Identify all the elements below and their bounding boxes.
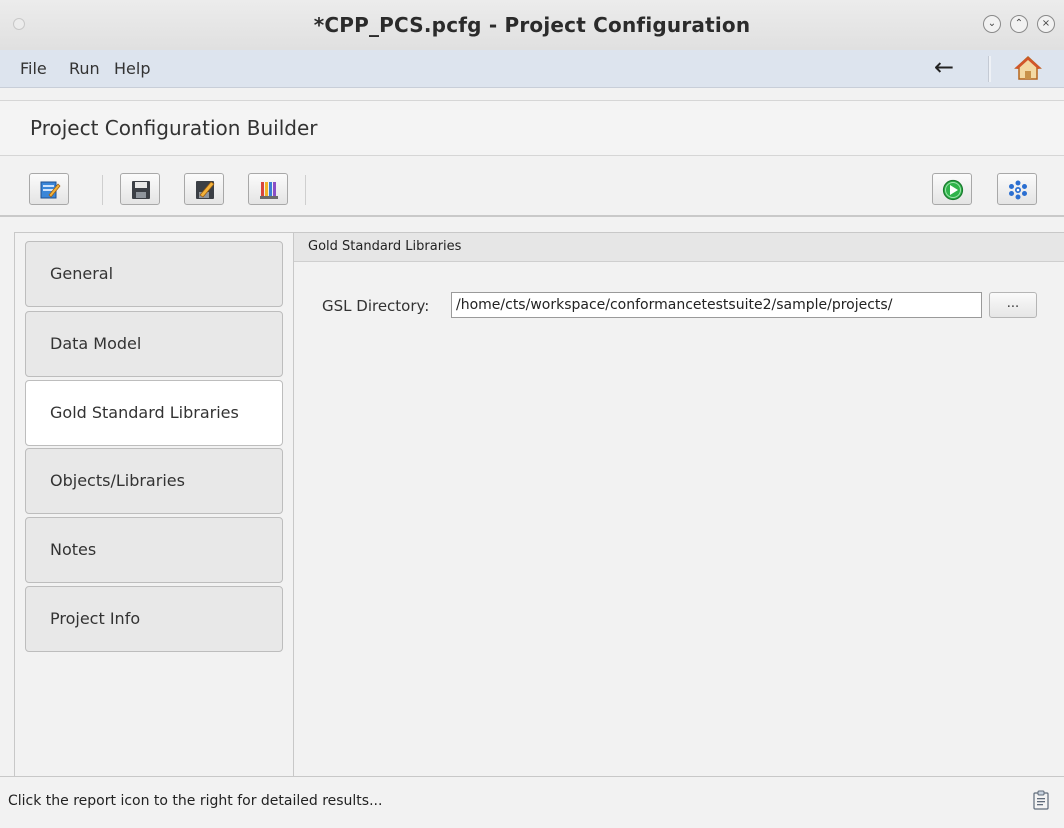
tab-notes[interactable]: Notes — [25, 517, 283, 583]
save-button[interactable] — [120, 173, 160, 205]
content-panel: Gold Standard Libraries GSL Directory: /… — [293, 232, 1064, 777]
page-title: Project Configuration Builder — [30, 116, 318, 140]
menu-separator — [988, 56, 991, 82]
save-as-icon — [196, 181, 215, 199]
settings-button[interactable] — [997, 173, 1037, 205]
back-arrow-icon[interactable]: ← — [934, 53, 954, 81]
close-button[interactable]: × — [1037, 15, 1055, 33]
maximize-button[interactable]: ⌃ — [1010, 15, 1028, 33]
settings-icon — [1009, 180, 1027, 200]
run-icon — [942, 179, 964, 201]
minimize-button[interactable]: ⌄ — [983, 15, 1001, 33]
edit-icon — [40, 181, 61, 199]
toolbar — [0, 163, 1064, 217]
window-title: *CPP_PCS.pcfg - Project Configuration — [313, 13, 751, 37]
edit-button[interactable] — [29, 173, 69, 205]
home-icon[interactable] — [1014, 55, 1042, 81]
gsl-directory-field[interactable]: /home/cts/workspace/conformancetestsuite… — [451, 292, 982, 318]
tab-data-model[interactable]: Data Model — [25, 311, 283, 377]
tab-objects-libraries[interactable]: Objects/Libraries — [25, 448, 283, 514]
tab-project-info[interactable]: Project Info — [25, 586, 283, 652]
section-header: Gold Standard Libraries — [294, 233, 1064, 262]
sidebar: General Data Model Gold Standard Librari… — [14, 232, 294, 778]
toolbar-separator — [102, 175, 103, 205]
status-bar: Click the report icon to the right for d… — [0, 776, 1064, 828]
browse-button[interactable]: ... — [989, 292, 1037, 318]
save-icon — [132, 181, 150, 199]
status-message: Click the report icon to the right for d… — [8, 793, 383, 809]
menu-help[interactable]: Help — [114, 59, 150, 78]
tab-gold-standard-libraries[interactable]: Gold Standard Libraries — [25, 380, 283, 446]
save-as-button[interactable] — [184, 173, 224, 205]
tab-general[interactable]: General — [25, 241, 283, 307]
gsl-directory-label: GSL Directory: — [322, 297, 430, 315]
libraries-button[interactable] — [248, 173, 288, 205]
run-button[interactable] — [932, 173, 972, 205]
menu-file[interactable]: File — [20, 59, 47, 78]
builder-header: Project Configuration Builder — [0, 100, 1064, 156]
section-title: Gold Standard Libraries — [308, 239, 462, 254]
libraries-icon — [260, 182, 278, 199]
menu-bar: File Run Help ← — [0, 50, 1064, 88]
menu-run[interactable]: Run — [69, 59, 100, 78]
toolbar-separator — [305, 175, 306, 205]
report-icon[interactable] — [1033, 790, 1049, 810]
title-bar: *CPP_PCS.pcfg - Project Configuration ⌄ … — [0, 0, 1064, 51]
